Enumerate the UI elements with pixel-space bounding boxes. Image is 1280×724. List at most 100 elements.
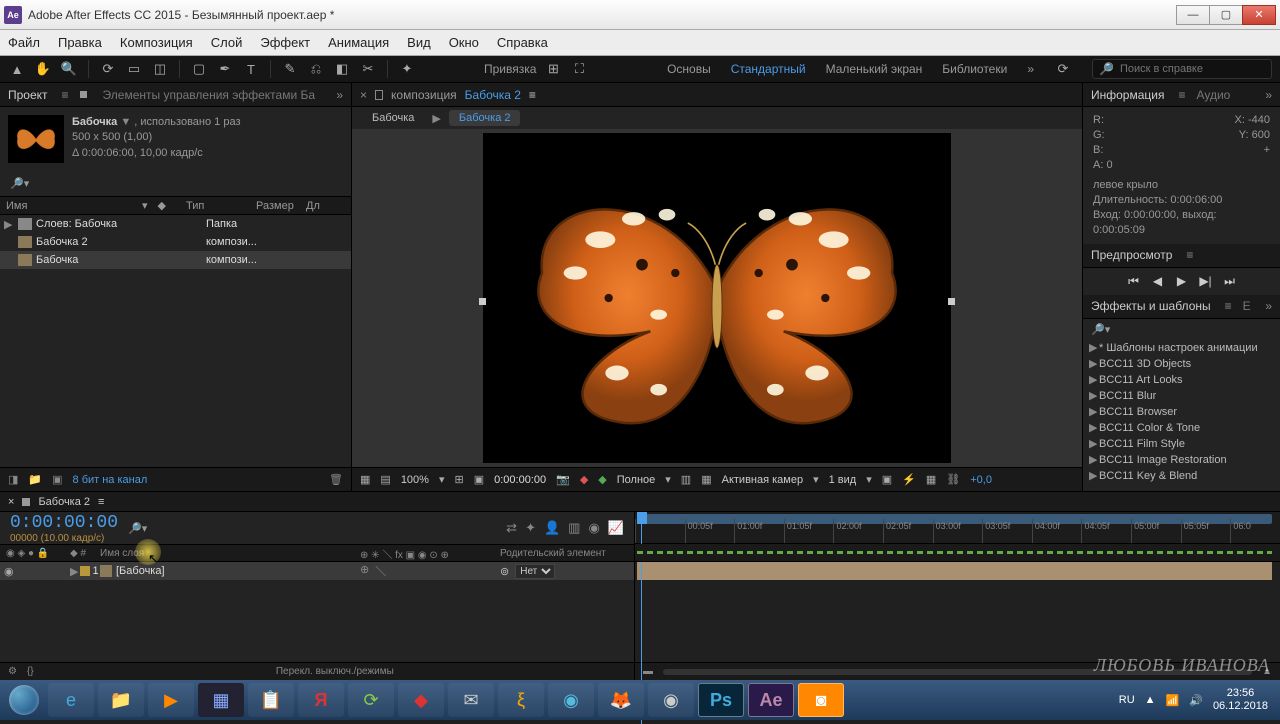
sync-icon[interactable]: ⟳ xyxy=(1054,60,1072,78)
comp-tab-name[interactable]: Бабочка 2 xyxy=(465,88,521,102)
timeline-layer-row[interactable]: ◉ ▶ 1 [Бабочка] ⊕＼ ⊚ Нет xyxy=(0,562,634,580)
effect-category[interactable]: ▶BCC11 Art Looks xyxy=(1083,372,1280,388)
effect-category[interactable]: ▶BCC11 Key & Blend xyxy=(1083,468,1280,484)
menu-edit[interactable]: Правка xyxy=(58,35,102,50)
menu-effect[interactable]: Эффект xyxy=(260,35,310,50)
camera-dropdown[interactable]: Активная камер xyxy=(722,474,803,486)
snap-toggle-icon[interactable]: ⊞ xyxy=(544,60,562,78)
tray-network-icon[interactable]: 📶 xyxy=(1166,694,1180,707)
transparency-icon[interactable]: ▦ xyxy=(701,473,711,486)
new-comp-icon[interactable]: ▣ xyxy=(52,473,62,486)
last-frame-icon[interactable]: ⏭ xyxy=(1222,274,1238,289)
menu-composition[interactable]: Композиция xyxy=(120,35,193,50)
pan-behind-tool-icon[interactable]: ◫ xyxy=(151,60,169,78)
layer-duration-bar[interactable] xyxy=(637,562,1272,580)
taskbar-firefox[interactable]: 🦊 xyxy=(598,683,644,717)
taskbar-chrome[interactable]: ◉ xyxy=(648,683,694,717)
clone-tool-icon[interactable]: ⎌ xyxy=(307,60,325,78)
system-tray[interactable]: RU ▲ 📶 🔊 23:56 06.12.2018 xyxy=(1119,687,1276,713)
effect-category[interactable]: ▶BCC11 Image Restoration xyxy=(1083,452,1280,468)
menu-help[interactable]: Справка xyxy=(497,35,548,50)
pickwhip-icon[interactable]: ⊚ xyxy=(500,565,509,578)
region-icon[interactable]: ▥ xyxy=(681,473,691,486)
tray-flag-icon[interactable]: ▲ xyxy=(1145,694,1156,706)
effect-category[interactable]: ▶* Шаблоны настроек анимации xyxy=(1083,340,1280,356)
timeline-search-icon[interactable]: 🔎▾ xyxy=(128,522,147,535)
channel-icon[interactable]: ◆ xyxy=(580,473,588,486)
draft-3d-icon[interactable]: ✦ xyxy=(525,520,536,536)
safe-zones-icon[interactable]: ▣ xyxy=(474,473,484,486)
info-tab[interactable]: Информация xyxy=(1091,88,1164,102)
trash-icon[interactable]: 🗑 xyxy=(329,473,343,486)
parent-dropdown[interactable]: Нет xyxy=(515,564,555,579)
panel-menu-icon[interactable]: ≡ xyxy=(62,88,70,102)
project-row-comp2[interactable]: Бабочка 2 компози... xyxy=(0,233,351,251)
taskbar-app2[interactable]: 📋 xyxy=(248,683,294,717)
project-list[interactable]: ▶ Слоев: Бабочка Папка Бабочка 2 компози… xyxy=(0,215,351,467)
taskbar-app7[interactable]: ◙ xyxy=(798,683,844,717)
play-icon[interactable]: ▶ xyxy=(1174,274,1190,289)
fast-preview-icon[interactable]: ⚡ xyxy=(902,473,916,486)
composition-canvas[interactable] xyxy=(483,133,951,463)
menu-view[interactable]: Вид xyxy=(407,35,431,50)
eraser-tool-icon[interactable]: ◧ xyxy=(333,60,351,78)
workspace-libraries[interactable]: Библиотеки xyxy=(942,62,1007,76)
taskbar-photoshop[interactable]: Ps xyxy=(698,683,744,717)
panel-overflow-icon[interactable]: » xyxy=(336,88,343,102)
zoom-tool-icon[interactable]: 🔍 xyxy=(60,60,78,78)
viewer-time[interactable]: 0:00:00:00 xyxy=(494,474,546,486)
toggle-switches-icon[interactable]: ⚙ xyxy=(8,666,17,677)
col-type-label[interactable]: Тип xyxy=(186,200,256,212)
project-search-icon[interactable]: 🔎▾ xyxy=(10,178,29,190)
workspace-small[interactable]: Маленький экран xyxy=(826,62,923,76)
text-tool-icon[interactable]: T xyxy=(242,60,260,78)
workspace-basics[interactable]: Основы xyxy=(667,62,711,76)
composition-viewer[interactable] xyxy=(352,129,1082,467)
puppet-tool-icon[interactable]: ✦ xyxy=(398,60,416,78)
exposure-value[interactable]: +0,0 xyxy=(970,474,992,486)
graph-editor-icon[interactable]: 📈 xyxy=(608,520,624,536)
layer-name[interactable]: [Бабочка] xyxy=(116,565,165,577)
workspace-standard[interactable]: Стандартный xyxy=(731,62,806,76)
timeline-tab[interactable]: Бабочка 2 xyxy=(38,496,90,508)
menu-animation[interactable]: Анимация xyxy=(328,35,389,50)
project-row-comp1[interactable]: Бабочка компози... xyxy=(0,251,351,269)
current-timecode[interactable]: 0:00:00:00 xyxy=(10,513,118,533)
close-tab-icon[interactable]: × xyxy=(360,88,367,102)
zoom-out-icon[interactable]: ▬ xyxy=(643,666,653,677)
timeline-icon[interactable]: ▦ xyxy=(926,473,936,486)
panel-overflow-icon[interactable]: » xyxy=(1265,88,1272,102)
effect-controls-tab[interactable]: Элементы управления эффектами Ба xyxy=(103,88,316,102)
taskbar-explorer[interactable]: 📁 xyxy=(98,683,144,717)
taskbar-yandex[interactable]: Я xyxy=(298,683,344,717)
roto-tool-icon[interactable]: ✂ xyxy=(359,60,377,78)
rectangle-tool-icon[interactable]: ▢ xyxy=(190,60,208,78)
close-button[interactable]: ✕ xyxy=(1242,5,1276,25)
taskbar-app1[interactable]: ▦ xyxy=(198,683,244,717)
taskbar-aftereffects[interactable]: Ae xyxy=(748,683,794,717)
col-duration-label[interactable]: Дл xyxy=(306,200,320,212)
selection-tool-icon[interactable]: ▲ xyxy=(8,60,26,78)
taskbar-wmp[interactable]: ▶ xyxy=(148,683,194,717)
project-tab[interactable]: Проект xyxy=(8,88,48,102)
rotate-tool-icon[interactable]: ⟳ xyxy=(99,60,117,78)
minimize-button[interactable]: — xyxy=(1176,5,1210,25)
pixel-aspect-icon[interactable]: ▣ xyxy=(882,473,892,486)
effect-category[interactable]: ▶BCC11 Film Style xyxy=(1083,436,1280,452)
resolution-dropdown[interactable]: Полное xyxy=(617,474,656,486)
taskbar-app6[interactable]: ◉ xyxy=(548,683,594,717)
time-ruler[interactable]: 00:05f01:00f 01:05f02:00f02:05f 03:00f03… xyxy=(635,512,1280,544)
taskbar-mail[interactable]: ✉ xyxy=(448,683,494,717)
workspace-overflow-icon[interactable]: » xyxy=(1027,62,1034,76)
snapshot-icon[interactable]: 📷 xyxy=(556,473,570,486)
next-frame-icon[interactable]: ▶| xyxy=(1198,274,1214,289)
hide-shy-icon[interactable]: 👤 xyxy=(544,520,560,536)
brush-tool-icon[interactable]: ✎ xyxy=(281,60,299,78)
tray-date[interactable]: 06.12.2018 xyxy=(1213,700,1268,713)
snap-options-icon[interactable]: ⛶ xyxy=(570,60,588,78)
first-frame-icon[interactable]: ⏮ xyxy=(1126,274,1142,289)
new-folder-icon[interactable]: 📁 xyxy=(28,473,42,486)
views-dropdown[interactable]: 1 вид xyxy=(829,474,857,486)
bit-depth[interactable]: 8 бит на канал xyxy=(73,474,148,486)
tray-lang[interactable]: RU xyxy=(1119,694,1135,706)
